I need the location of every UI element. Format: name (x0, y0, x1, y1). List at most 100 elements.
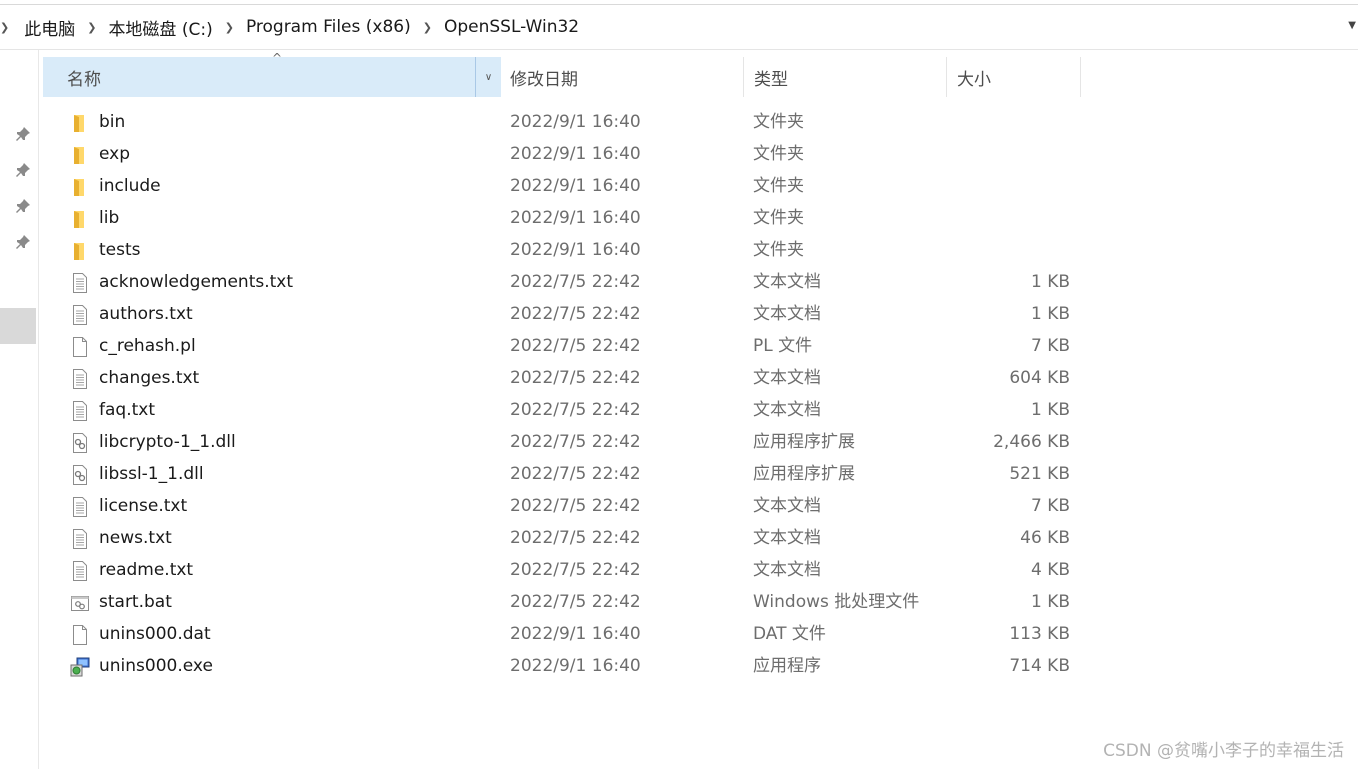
file-row[interactable]: acknowledgements.txt 2022/7/5 22:42 文本文档 1 … (43, 266, 1083, 298)
file-size: 1 KB (1030, 592, 1070, 612)
blank-file-icon (70, 624, 90, 645)
file-name[interactable]: news.txt (99, 522, 172, 554)
file-name[interactable]: unins000.exe (99, 650, 213, 682)
file-row[interactable]: c_rehash.pl 2022/7/5 22:42 PL 文件 7 KB (43, 330, 1083, 362)
file-type: 文件夹 (753, 176, 804, 196)
file-size: 521 KB (1009, 464, 1070, 484)
column-headers: ^ 名称 ∨ 修改日期 类型 大小 (43, 51, 1083, 97)
file-row[interactable]: news.txt 2022/7/5 22:42 文本文档 46 KB (43, 522, 1083, 554)
folder-icon (70, 208, 90, 228)
file-row[interactable]: bin 2022/9/1 16:40 文件夹 (43, 106, 1083, 138)
column-header-name-label: 名称 (67, 69, 101, 90)
file-row[interactable]: unins000.exe 2022/9/1 16:40 应用程序 714 KB (43, 650, 1083, 682)
file-type: 文本文档 (753, 528, 821, 548)
column-header-date[interactable]: 修改日期 (501, 57, 743, 97)
file-size: 4 KB (1030, 560, 1070, 580)
file-name[interactable]: readme.txt (99, 554, 193, 586)
file-row[interactable]: include 2022/9/1 16:40 文件夹 (43, 170, 1083, 202)
file-name[interactable]: include (99, 170, 161, 202)
file-size (946, 234, 1070, 266)
file-name[interactable]: lib (99, 202, 119, 234)
nav-selected-item[interactable] (0, 308, 36, 344)
file-size: 7 KB (1030, 496, 1070, 516)
file-date: 2022/9/1 16:40 (510, 176, 641, 196)
column-header-type[interactable]: 类型 (743, 57, 946, 97)
file-type: 应用程序扩展 (753, 464, 855, 484)
chevron-down-icon[interactable]: ▼ (1348, 20, 1356, 31)
file-name[interactable]: license.txt (99, 490, 187, 522)
file-date: 2022/7/5 22:42 (510, 432, 641, 452)
file-size: 113 KB (1009, 624, 1070, 644)
file-size: 7 KB (1030, 336, 1070, 356)
file-name[interactable]: faq.txt (99, 394, 155, 426)
column-header-type-label: 类型 (754, 69, 788, 90)
file-row[interactable]: exp 2022/9/1 16:40 文件夹 (43, 138, 1083, 170)
file-row[interactable]: license.txt 2022/7/5 22:42 文本文档 7 KB (43, 490, 1083, 522)
chevron-right-icon[interactable]: ❯ (216, 21, 243, 34)
chevron-right-icon[interactable]: ❯ (78, 21, 105, 34)
breadcrumb-program-files[interactable]: Program Files (x86) (243, 17, 414, 37)
file-type: 文本文档 (753, 368, 821, 388)
file-name[interactable]: unins000.dat (99, 618, 211, 650)
breadcrumb-openssl[interactable]: OpenSSL-Win32 (441, 17, 582, 37)
file-name[interactable]: acknowledgements.txt (99, 266, 293, 298)
batch-file-icon (70, 592, 90, 612)
file-row[interactable]: unins000.dat 2022/9/1 16:40 DAT 文件 113 KB (43, 618, 1083, 650)
file-row[interactable]: readme.txt 2022/7/5 22:42 文本文档 4 KB (43, 554, 1083, 586)
folder-icon (70, 240, 90, 260)
file-row[interactable]: changes.txt 2022/7/5 22:42 文本文档 604 KB (43, 362, 1083, 394)
file-name[interactable]: bin (99, 106, 125, 138)
file-name[interactable]: exp (99, 138, 130, 170)
file-type: 文本文档 (753, 304, 821, 324)
file-type: 应用程序扩展 (753, 432, 855, 452)
file-row[interactable]: tests 2022/9/1 16:40 文件夹 (43, 234, 1083, 266)
pin-icon[interactable] (15, 126, 31, 142)
file-size: 1 KB (1030, 272, 1070, 292)
pin-icon[interactable] (15, 234, 31, 250)
pin-icon[interactable] (15, 162, 31, 178)
address-bar-top-edge (0, 4, 1358, 5)
file-type: 应用程序 (753, 656, 821, 676)
file-list: bin 2022/9/1 16:40 文件夹 exp 2022/9/1 16:40 文件夹… (43, 106, 1083, 682)
folder-icon (70, 144, 90, 164)
file-row[interactable]: start.bat 2022/7/5 22:42 Windows 批处理文件 1 KB (43, 586, 1083, 618)
file-name[interactable]: changes.txt (99, 362, 199, 394)
file-row[interactable]: libssl-1_1.dll 2022/7/5 22:42 应用程序扩展 521 KB (43, 458, 1083, 490)
file-type: PL 文件 (753, 336, 813, 356)
file-date: 2022/7/5 22:42 (510, 528, 641, 548)
file-size (946, 170, 1070, 202)
file-type: 文件夹 (753, 144, 804, 164)
file-name[interactable]: c_rehash.pl (99, 330, 196, 362)
file-name[interactable]: authors.txt (99, 298, 193, 330)
text-file-icon (70, 528, 90, 549)
file-row[interactable]: faq.txt 2022/7/5 22:42 文本文档 1 KB (43, 394, 1083, 426)
text-file-icon (70, 400, 90, 421)
file-name[interactable]: tests (99, 234, 141, 266)
column-header-name[interactable]: ^ 名称 (43, 51, 475, 97)
file-size: 2,466 KB (993, 432, 1070, 452)
file-row[interactable]: authors.txt 2022/7/5 22:42 文本文档 1 KB (43, 298, 1083, 330)
file-row[interactable]: lib 2022/9/1 16:40 文件夹 (43, 202, 1083, 234)
column-header-size-label: 大小 (957, 69, 991, 90)
address-bar[interactable]: ❯ 此电脑 ❯ 本地磁盘 (C:) ❯ Program Files (x86) … (0, 0, 1358, 50)
chevron-down-icon[interactable]: ∨ (475, 57, 501, 97)
chevron-right-icon[interactable]: ❯ (414, 21, 441, 34)
breadcrumb-local-disk[interactable]: 本地磁盘 (C:) (105, 15, 215, 40)
pin-icon[interactable] (15, 198, 31, 214)
column-header-size[interactable]: 大小 (946, 57, 1081, 97)
file-name[interactable]: libssl-1_1.dll (99, 458, 204, 490)
file-type: 文件夹 (753, 208, 804, 228)
file-row[interactable]: libcrypto-1_1.dll 2022/7/5 22:42 应用程序扩展 2,4… (43, 426, 1083, 458)
navigation-pane (0, 50, 39, 769)
file-name[interactable]: libcrypto-1_1.dll (99, 426, 236, 458)
file-date: 2022/9/1 16:40 (510, 240, 641, 260)
breadcrumb-this-pc[interactable]: 此电脑 (21, 15, 78, 40)
file-date: 2022/7/5 22:42 (510, 496, 641, 516)
file-type: 文本文档 (753, 560, 821, 580)
breadcrumb[interactable]: ❯ 此电脑 ❯ 本地磁盘 (C:) ❯ Program Files (x86) … (0, 14, 582, 40)
file-type: 文本文档 (753, 272, 821, 292)
chevron-right-icon[interactable]: ❯ (0, 21, 21, 34)
text-file-icon (70, 560, 90, 581)
file-name[interactable]: start.bat (99, 586, 172, 618)
file-date: 2022/7/5 22:42 (510, 336, 641, 356)
